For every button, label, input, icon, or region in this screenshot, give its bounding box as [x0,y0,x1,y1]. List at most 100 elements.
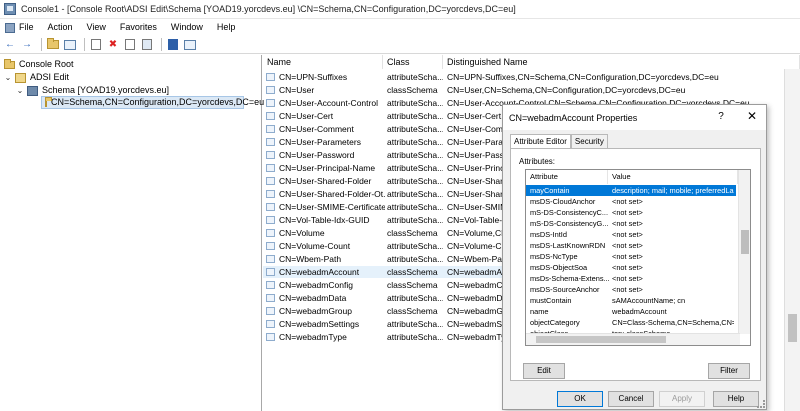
toolbar-separator [161,38,162,51]
row-name: CN=Volume-Count [279,241,351,251]
folder-icon [47,38,59,49]
menu-action[interactable]: Action [41,19,80,36]
tree-item-adsi-edit[interactable]: ⌄ ADSI Edit [4,71,70,84]
table-row[interactable]: CN=User-Password attributeScha... CN=User-… [263,149,508,161]
table-row[interactable]: CN=User classSchema CN=User,CN=Schema,CN=C… [263,84,784,96]
table-row[interactable]: CN=webadmData attributeScha... CN=webadmD [263,292,503,304]
row-class: attributeScha... [387,176,443,186]
attribute-row[interactable]: msDS-NcType <not set> [526,251,736,262]
attributes-label: Attributes: [519,157,556,166]
attribute-row[interactable]: objectCategory CN=Class-Schema,CN=Schema,… [526,317,736,328]
server-icon [27,85,38,96]
action-pane-icon[interactable] [183,38,197,52]
table-row[interactable]: CN=User-Parameters attributeScha... CN=Use… [263,136,503,148]
attributes-table[interactable]: Attribute Value mayContain description; m… [525,169,751,346]
table-row[interactable]: CN=webadmConfig classSchema CN=webadmC [263,279,503,291]
row-class: attributeScha... [387,137,443,147]
refresh-icon[interactable] [123,38,137,52]
table-row-selected[interactable]: CN=webadmAccount classSchema CN=webadmA [263,266,502,278]
table-row[interactable]: CN=User-Shared-Folder-Ot... attributeScha… [263,188,508,200]
attribute-value: <not set> [612,285,643,294]
attribute-row[interactable]: msDS-ObjectSoa <not set> [526,262,736,273]
attribute-row-selected[interactable]: mayContain description; mail; mobile; pre… [526,185,736,196]
schema-object-icon [266,164,275,172]
attribute-row[interactable]: msDS-SourceAnchor <not set> [526,284,736,295]
table-row[interactable]: CN=Volume classSchema CN=Volume,CN [263,227,507,239]
scrollbar-thumb[interactable] [536,336,666,343]
column-header-distinguished-name[interactable]: Distinguished Name [443,55,800,69]
attribute-value: sAMAccountName; cn [612,296,686,305]
edit-button[interactable]: Edit [523,363,565,379]
attribute-name: mayContain [530,186,570,195]
tree-item-schema-container[interactable]: CN=Schema,CN=Configuration,DC=yorcdevs,D… [41,96,264,109]
table-row[interactable]: CN=UPN-Suffixes attributeScha... CN=UPN-Su… [263,71,784,83]
table-row[interactable]: CN=User-Cert attributeScha... CN=User-Cert… [263,110,503,122]
result-list-scrollbar[interactable] [784,69,800,411]
delete-icon[interactable]: ✖ [106,38,120,52]
menu-favorites[interactable]: Favorites [113,19,164,36]
attributes-horizontal-scrollbar[interactable] [526,333,740,345]
tree-item-console-root[interactable]: Console Root [1,58,75,71]
attribute-row[interactable]: msDS-CloudAnchor <not set> [526,196,736,207]
attribute-row[interactable]: msDS-IntId <not set> [526,229,736,240]
scrollbar-thumb[interactable] [741,230,749,254]
help-button[interactable]: Help [713,391,759,407]
show-hide-tree-icon[interactable] [63,38,77,52]
attribute-row[interactable]: mustContain sAMAccountName; cn [526,295,736,306]
scrollbar-thumb[interactable] [788,314,797,342]
help-icon[interactable]: ? [715,111,727,122]
attribute-column-header[interactable]: Attribute [526,170,608,184]
attribute-row[interactable]: mS-DS-ConsistencyG... <not set> [526,218,736,229]
schema-object-icon [266,216,275,224]
value-column-header[interactable]: Value [608,170,738,184]
console-tree-pane[interactable]: Console Root ⌄ ADSI Edit ⌄ Schema [YOAD1… [0,55,264,411]
close-icon[interactable]: ✕ [745,109,759,123]
toolbar-separator [41,38,42,51]
row-class: classSchema [387,228,438,238]
export-list-icon[interactable] [140,38,154,52]
table-row[interactable]: CN=User-Comment attributeScha... CN=User-C… [263,123,510,135]
back-arrow-icon[interactable]: ← [3,38,17,52]
attribute-row[interactable]: name webadmAccount [526,306,736,317]
table-row[interactable]: CN=webadmGroup classSchema CN=webadmGr [263,305,506,317]
attributes-vertical-scrollbar[interactable] [738,170,750,334]
resize-grip-icon[interactable] [757,400,765,408]
table-row[interactable]: CN=Vol-Table-Idx-GUID attributeScha... CN=… [263,214,502,226]
window-titlebar: Console1 - [Console Root\ADSI Edit\Schem… [0,0,800,19]
attribute-row[interactable]: msDS-LastKnownRDN <not set> [526,240,736,251]
tab-security[interactable]: Security [570,134,608,148]
menu-file[interactable]: File [3,19,41,36]
column-header-name[interactable]: Name [263,55,383,69]
dialog-title: CN=webadmAccount Properties [509,112,638,123]
table-row[interactable]: CN=Volume-Count attributeScha... CN=Volume… [263,240,502,252]
help-book-icon[interactable] [166,38,180,52]
attribute-name: objectCategory [530,318,580,327]
properties-icon[interactable] [89,38,103,52]
forward-arrow-icon[interactable]: → [20,38,34,52]
table-row[interactable]: CN=webadmType attributeScha... CN=webadmTy [263,331,505,343]
table-row[interactable]: CN=User-Principal-Name attributeScha... CN… [263,162,504,174]
table-row[interactable]: CN=webadmSettings attributeScha... CN=weba… [263,318,507,330]
up-folder-icon[interactable] [46,38,60,52]
filter-button[interactable]: Filter [708,363,750,379]
tree-item-label: ADSI Edit [30,72,70,82]
column-header-class[interactable]: Class [383,55,443,69]
ok-button[interactable]: OK [557,391,603,407]
row-name: CN=UPN-Suffixes [279,72,348,82]
tab-attribute-editor[interactable]: Attribute Editor [510,134,571,149]
attribute-row[interactable]: mS-DS-ConsistencyC... <not set> [526,207,736,218]
menu-help[interactable]: Help [210,19,243,36]
attribute-name: mS-DS-ConsistencyC... [530,208,609,217]
attribute-row[interactable]: msDs-Schema-Extens... <not set> [526,273,736,284]
table-row[interactable]: CN=User-SMIME-Certificate attributeScha..… [263,201,507,213]
schema-object-icon [266,281,275,289]
menu-window[interactable]: Window [164,19,210,36]
table-row[interactable]: CN=User-Shared-Folder attributeScha... CN=… [263,175,508,187]
cancel-button[interactable]: Cancel [608,391,654,407]
chevron-down-icon[interactable]: ⌄ [4,73,12,82]
table-row[interactable]: CN=Wbem-Path attributeScha... CN=Wbem-Pat [263,253,504,265]
menu-view[interactable]: View [80,19,113,36]
chevron-down-icon[interactable]: ⌄ [16,86,24,95]
attribute-value: <not set> [612,241,643,250]
attribute-value: <not set> [612,219,643,228]
